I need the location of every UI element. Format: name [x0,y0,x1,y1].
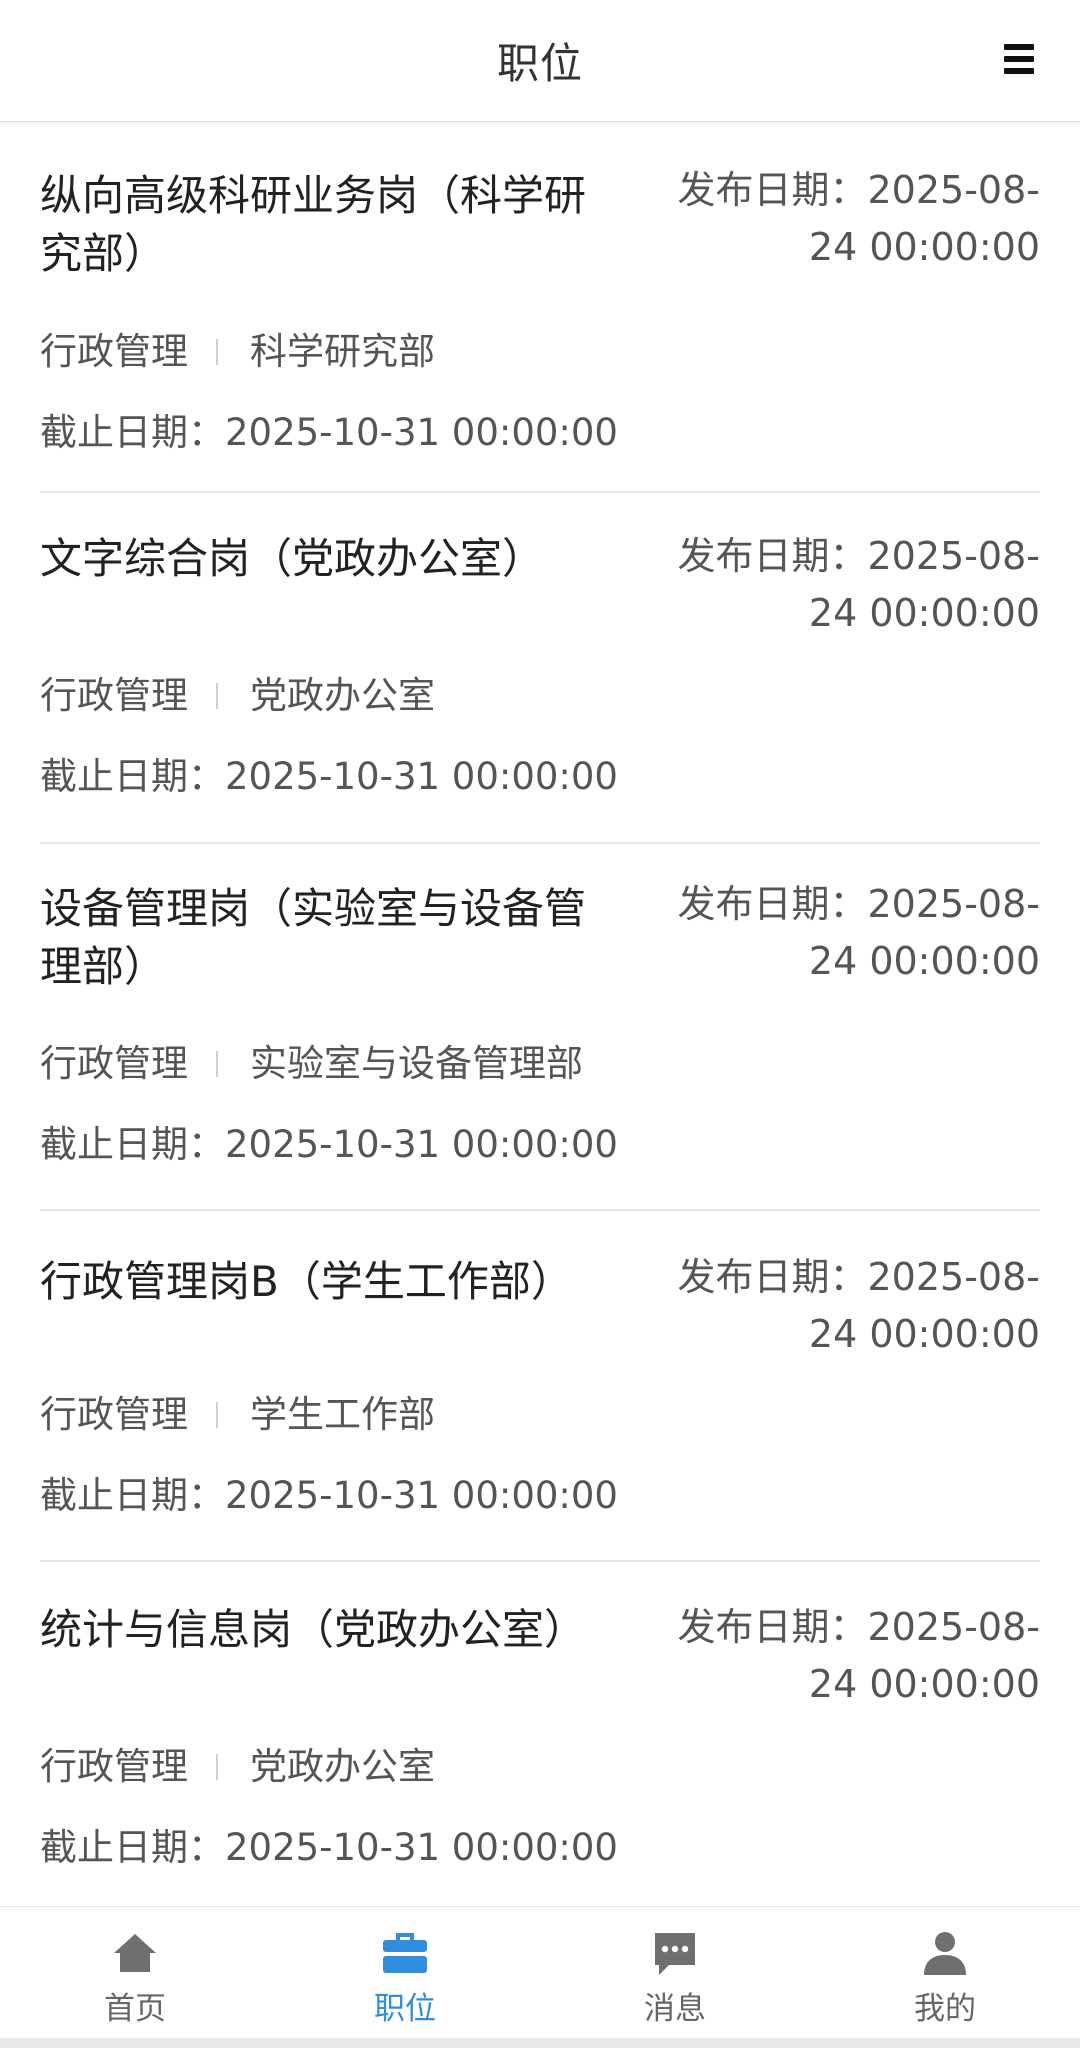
meta-divider [216,1402,218,1428]
tab-label: 职位 [374,1991,436,2027]
job-title: 统计与信息岗（党政办公室） [40,1605,587,1654]
job-deadline: 截止日期：2025-10-31 00:00:00 [40,411,618,454]
tab-home[interactable]: 首页 [0,1907,270,2038]
job-meta: 行政管理 科学研究部 [40,328,435,376]
job-title: 设备管理岗（实验室与设备管理部） [40,884,587,991]
job-title: 纵向高级科研业务岗（科学研究部） [40,171,587,278]
job-meta: 行政管理 实验室与设备管理部 [40,1040,583,1088]
job-title: 文字综合岗（党政办公室） [40,534,545,583]
job-card[interactable]: 统计与信息岗（党政办公室） 发布日期：2025-08-24 00:00:00 行… [40,1562,1040,1902]
tab-label: 消息 [644,1991,706,2027]
meta-divider [216,1051,218,1077]
job-department: 实验室与设备管理部 [250,1042,583,1085]
app-root: 职位 纵向高级科研业务岗（科学研究部） 发布日期：2025-08-24 00:0… [0,0,1080,2048]
job-card[interactable]: 纵向高级科研业务岗（科学研究部） 发布日期：2025-08-24 00:00:0… [40,126,1040,493]
job-meta: 行政管理 党政办公室 [40,1743,435,1791]
meta-divider [216,339,218,365]
tab-profile[interactable]: 我的 [810,1907,1080,2038]
job-publish-date: 发布日期：2025-08-24 00:00:00 [677,168,1041,269]
job-publish-date: 发布日期：2025-08-24 00:00:00 [677,1605,1041,1706]
job-meta: 行政管理 党政办公室 [40,672,435,720]
job-department: 科学研究部 [250,330,435,373]
job-category: 行政管理 [40,674,188,717]
job-card[interactable]: 设备管理岗（实验室与设备管理部） 发布日期：2025-08-24 00:00:0… [40,844,1040,1211]
job-category: 行政管理 [40,1745,188,1788]
job-list: 纵向高级科研业务岗（科学研究部） 发布日期：2025-08-24 00:00:0… [40,126,1040,1902]
job-meta: 行政管理 学生工作部 [40,1391,435,1439]
job-card[interactable]: 文字综合岗（党政办公室） 发布日期：2025-08-24 00:00:00 行政… [40,493,1040,844]
tab-messages[interactable]: 消息 [540,1907,810,2038]
job-deadline: 截止日期：2025-10-31 00:00:00 [40,1474,618,1517]
meta-divider [216,683,218,709]
job-deadline: 截止日期：2025-10-31 00:00:00 [40,1123,618,1166]
job-deadline: 截止日期：2025-10-31 00:00:00 [40,1826,618,1869]
job-department: 学生工作部 [250,1393,435,1436]
job-title: 行政管理岗B（学生工作部） [40,1257,573,1306]
tab-label: 首页 [104,1991,166,2027]
page-title: 职位 [496,39,583,88]
job-category: 行政管理 [40,330,188,373]
home-icon [114,1934,156,1972]
meta-divider [216,1754,218,1780]
bottom-tab-bar: 首页 职位 消息 我的 [0,1906,1080,2038]
tab-label: 我的 [914,1991,976,2027]
job-publish-date: 发布日期：2025-08-24 00:00:00 [677,534,1041,635]
job-publish-date: 发布日期：2025-08-24 00:00:00 [677,882,1041,983]
job-category: 行政管理 [40,1393,188,1436]
job-publish-date: 发布日期：2025-08-24 00:00:00 [677,1255,1041,1356]
briefcase-icon [383,1933,427,1973]
job-deadline: 截止日期：2025-10-31 00:00:00 [40,755,618,798]
job-category: 行政管理 [40,1042,188,1085]
job-card[interactable]: 行政管理岗B（学生工作部） 发布日期：2025-08-24 00:00:00 行… [40,1211,1040,1562]
user-icon [924,1932,966,1975]
job-department: 党政办公室 [250,1745,435,1788]
bottom-strip [0,2038,1080,2048]
job-department: 党政办公室 [250,674,435,717]
top-header: 职位 [0,0,1080,122]
tab-jobs[interactable]: 职位 [270,1907,540,2038]
chat-icon [655,1933,695,1975]
menu-icon[interactable] [1004,44,1034,74]
